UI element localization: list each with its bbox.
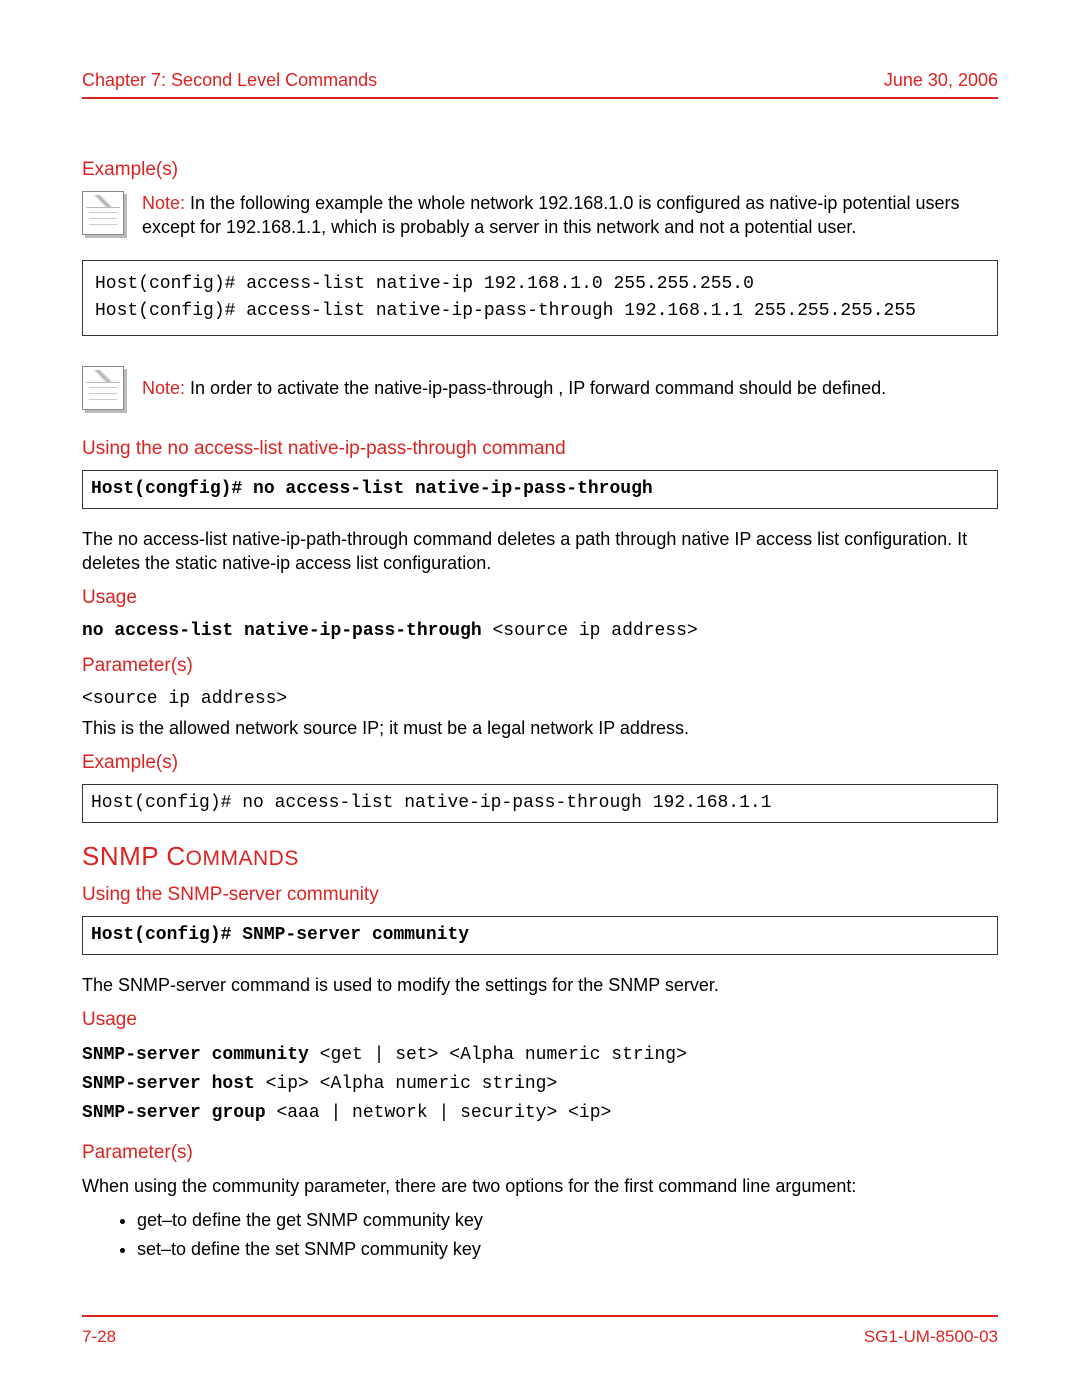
note-label: Note: — [142, 193, 185, 213]
chapter-title: Chapter 7: Second Level Commands — [82, 70, 377, 91]
usage-line: no access-list native-ip-pass-through <s… — [82, 619, 998, 643]
title-part2: OMMANDS — [186, 847, 299, 870]
usage-arg: <get | set> <Alpha numeric string> — [320, 1045, 687, 1065]
usage-heading-2: Usage — [82, 1009, 998, 1031]
param-name: <source ip address> — [82, 687, 998, 711]
params-heading-2: Parameter(s) — [82, 1142, 998, 1164]
snmp-desc: The SNMP-server command is used to modif… — [82, 973, 998, 997]
snmp-syntax: Host(config)# SNMP-server community — [82, 916, 998, 955]
usage-heading: Usage — [82, 587, 998, 609]
examples-heading: Example(s) — [82, 159, 998, 181]
doc-id: SG1-UM-8500-03 — [864, 1327, 998, 1347]
usage-cmd: SNMP-server community — [82, 1045, 320, 1065]
snmp-usage-block: SNMP-server community <get | set> <Alpha… — [82, 1041, 998, 1127]
snmp-sub-heading: Using the SNMP-server community — [82, 884, 998, 906]
params-heading: Parameter(s) — [82, 655, 998, 677]
code-example-1: Host(config)# access-list native-ip 192.… — [82, 260, 998, 336]
usage-cmd: SNMP-server group — [82, 1103, 276, 1123]
no-access-syntax: Host(congfig)# no access-list native-ip-… — [82, 470, 998, 509]
list-item: get–to define the get SNMP community key — [137, 1210, 998, 1231]
usage-cmd: SNMP-server host — [82, 1074, 266, 1094]
usage-arg: <source ip address> — [492, 621, 697, 641]
note-text: Note: In order to activate the native-ip… — [142, 366, 998, 400]
title-part1: SNMP C — [82, 841, 186, 871]
note-body: In order to activate the native-ip-pass-… — [190, 378, 886, 398]
footer-rule — [82, 1315, 998, 1317]
usage-arg: <ip> <Alpha numeric string> — [266, 1074, 558, 1094]
page-footer: 7-28 SG1-UM-8500-03 — [82, 1327, 998, 1347]
params-list: get–to define the get SNMP community key… — [137, 1210, 998, 1260]
page-header: Chapter 7: Second Level Commands June 30… — [82, 70, 998, 99]
snmp-commands-title: SNMP COMMANDS — [82, 841, 998, 872]
no-access-heading: Using the no access-list native-ip-pass-… — [82, 438, 998, 460]
params-intro: When using the community parameter, ther… — [82, 1174, 998, 1198]
no-access-example: Host(config)# no access-list native-ip-p… — [82, 784, 998, 823]
header-date: June 30, 2006 — [884, 70, 998, 91]
note-body: In the following example the whole netwo… — [142, 193, 960, 237]
usage-cmd: no access-list native-ip-pass-through — [82, 621, 492, 641]
param-desc: This is the allowed network source IP; i… — [82, 716, 998, 740]
examples-heading-2: Example(s) — [82, 752, 998, 774]
note-block-1: Note: In the following example the whole… — [82, 191, 998, 240]
list-item: set–to define the set SNMP community key — [137, 1239, 998, 1260]
no-access-desc: The no access-list native-ip-path-throug… — [82, 527, 998, 576]
note-text: Note: In the following example the whole… — [142, 191, 998, 240]
note-icon — [82, 366, 124, 410]
note-block-2: Note: In order to activate the native-ip… — [82, 366, 998, 410]
page-number: 7-28 — [82, 1327, 116, 1347]
note-label: Note: — [142, 378, 185, 398]
usage-arg: <aaa | network | security> <ip> — [276, 1103, 611, 1123]
note-icon — [82, 191, 124, 235]
